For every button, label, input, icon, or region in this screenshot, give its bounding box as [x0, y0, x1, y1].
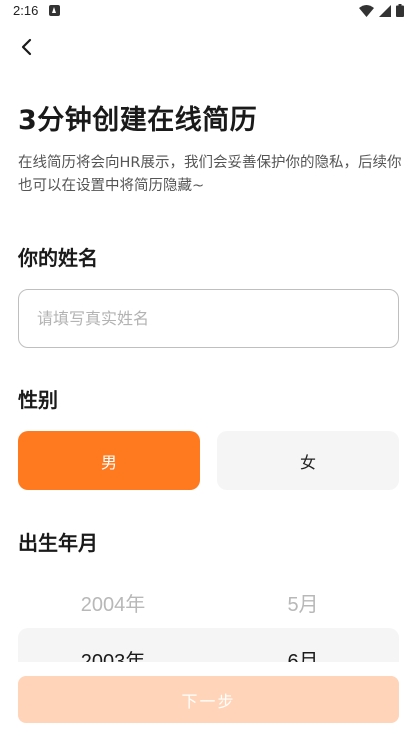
gender-female-button[interactable]: 女: [217, 431, 399, 490]
status-bar: 2:16: [0, 0, 417, 24]
back-button[interactable]: [12, 32, 42, 62]
name-label: 你的姓名: [18, 246, 98, 270]
year-option[interactable]: 2004年: [33, 588, 193, 617]
chevron-left-icon: [21, 38, 32, 56]
next-button[interactable]: 下一步: [18, 676, 399, 723]
page-subtitle: 在线简历将会向HR展示，我们会妥善保护你的隐私，后续你也可以在设置中将简历隐藏~: [18, 155, 402, 194]
battery-icon: [396, 4, 404, 17]
year-selected[interactable]: 2003年: [33, 645, 193, 662]
month-option[interactable]: 5月: [223, 588, 383, 617]
birth-date-label: 出生年月: [18, 531, 98, 555]
signal-icon: [379, 4, 391, 17]
month-selected[interactable]: 6月: [223, 645, 383, 662]
gender-label: 性别: [18, 388, 58, 412]
status-icons: [359, 4, 404, 17]
create-resume-page: 2:16 3分钟创建在线简历 在线简历将会向HR展示，我们会妥善保护你的隐私，后…: [0, 0, 417, 741]
page-title: 3分钟创建在线简历: [18, 105, 258, 136]
status-time: 2:16: [13, 3, 39, 18]
name-input[interactable]: [18, 289, 399, 348]
wifi-icon: [359, 4, 374, 17]
notification-icon: [49, 5, 60, 16]
birth-date-picker[interactable]: 2004年 5月 2003年 6月: [18, 572, 399, 662]
gender-male-button[interactable]: 男: [18, 431, 200, 490]
